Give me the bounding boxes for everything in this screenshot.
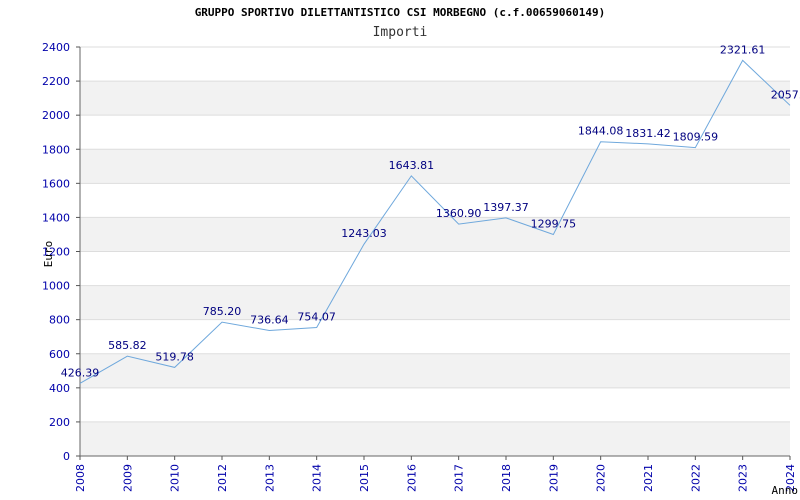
x-ticks: 2008 2009 2010 2012 2013 2014 2015 2016 2017 2018… (74, 456, 797, 492)
x-tick-label: 2013 (263, 464, 276, 492)
y-tick-label: 600 (49, 348, 70, 361)
grid-band (80, 47, 790, 82)
data-label: 1360.90 (436, 207, 482, 220)
grid-band (80, 149, 790, 184)
line-chart: 0200400600800100012001400160018002000220… (42, 41, 800, 497)
x-tick-label: 2015 (358, 464, 371, 492)
data-label: 585.82 (108, 339, 147, 352)
y-tick-label: 800 (49, 314, 70, 327)
data-label: 1809.59 (673, 131, 719, 144)
x-tick-label: 2010 (169, 464, 182, 492)
data-label: 736.64 (250, 313, 289, 326)
y-tick-label: 1800 (42, 143, 70, 156)
data-label: 519.78 (155, 350, 194, 363)
y-tick-label: 400 (49, 382, 70, 395)
y-tick-label: 2400 (42, 41, 70, 54)
x-tick-label: 2014 (311, 464, 324, 492)
grid-band (80, 81, 790, 116)
data-label: 785.20 (203, 305, 242, 318)
grid-band (80, 285, 790, 320)
x-tick-label: 2019 (547, 464, 560, 492)
y-tick-label: 0 (63, 450, 70, 463)
x-tick-label: 2022 (689, 464, 702, 492)
data-label: 1397.37 (483, 201, 529, 214)
data-label: 1643.81 (389, 159, 435, 172)
chart-root: GRUPPO SPORTIVO DILETTANTISTICO CSI MORB… (0, 0, 800, 500)
x-tick-label: 2017 (453, 464, 466, 492)
y-axis-label: Euro (42, 241, 55, 268)
data-label: 1299.75 (531, 218, 577, 231)
data-label: 1243.03 (341, 227, 387, 240)
x-tick-label: 2023 (737, 464, 750, 492)
data-label: 2321.61 (720, 43, 766, 56)
x-tick-label: 2008 (74, 464, 87, 492)
x-tick-label: 2018 (500, 464, 513, 492)
y-tick-label: 2200 (42, 75, 70, 88)
y-tick-label: 200 (49, 416, 70, 429)
grid-band (80, 217, 790, 252)
x-tick-label: 2009 (121, 464, 134, 492)
y-tick-label: 1400 (42, 211, 70, 224)
x-tick-label: 2021 (642, 464, 655, 492)
x-tick-label: 2012 (216, 464, 229, 492)
x-tick-label: 2020 (595, 464, 608, 492)
grid-band (80, 421, 790, 456)
grid-band (80, 251, 790, 286)
data-label: 2057.8 (771, 88, 800, 101)
data-label: 1831.42 (625, 127, 671, 140)
data-label: 1844.08 (578, 125, 624, 138)
x-axis-label: Anno (772, 484, 799, 497)
y-tick-label: 2000 (42, 109, 70, 122)
data-label: 754.07 (297, 310, 336, 323)
y-tick-label: 1000 (42, 280, 70, 293)
grid-band (80, 387, 790, 422)
x-tick-label: 2016 (405, 464, 418, 492)
y-tick-label: 1600 (42, 177, 70, 190)
grid-band (80, 319, 790, 354)
data-label: 426.39 (61, 366, 100, 379)
